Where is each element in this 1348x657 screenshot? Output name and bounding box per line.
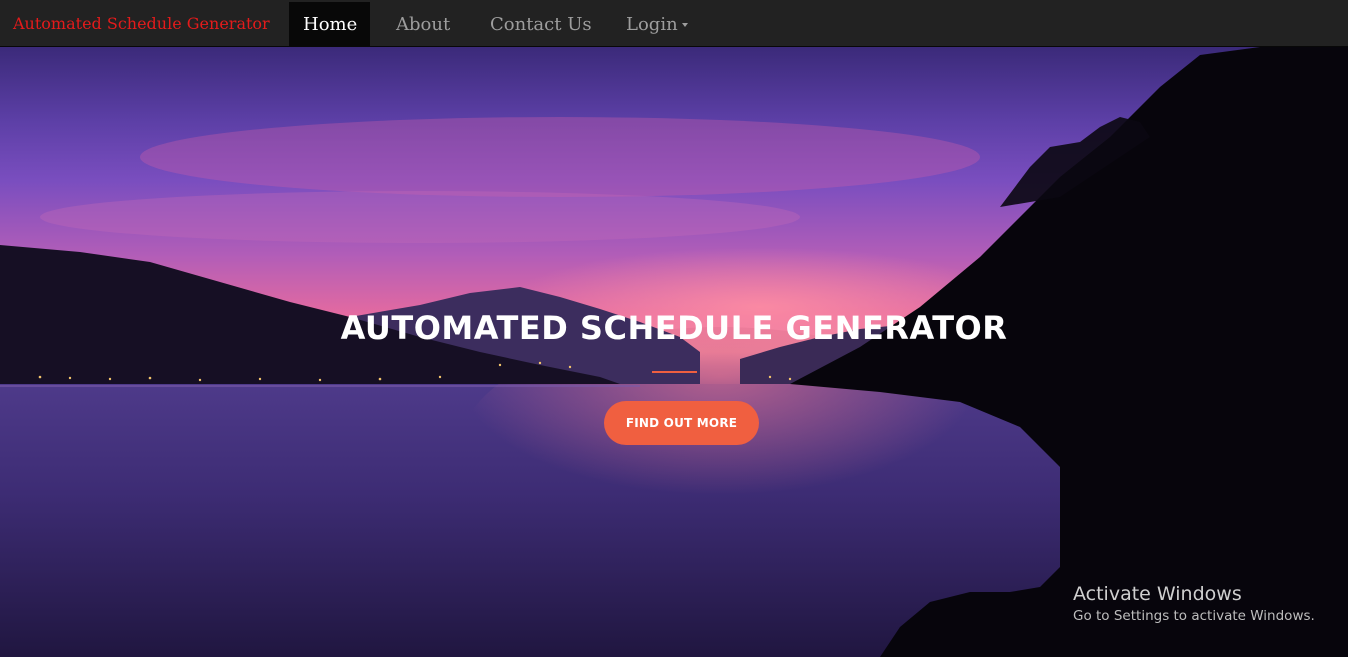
caret-down-icon — [681, 23, 688, 27]
nav-login-dropdown[interactable]: Login — [612, 2, 702, 47]
nav-login-label: Login — [626, 14, 678, 35]
hero-section: AUTOMATED SCHEDULE GENERATOR FIND OUT MO… — [0, 47, 1348, 657]
brand-link[interactable]: Automated Schedule Generator — [13, 0, 270, 47]
nav-about[interactable]: About — [382, 2, 464, 47]
hero-title: AUTOMATED SCHEDULE GENERATOR — [340, 309, 1008, 347]
find-out-more-button[interactable]: FIND OUT MORE — [604, 401, 759, 445]
nav-home[interactable]: Home — [289, 2, 370, 47]
title-divider — [652, 371, 697, 373]
nav-about-label: About — [396, 14, 451, 35]
nav-contact-us[interactable]: Contact Us — [476, 2, 606, 47]
watermark-title: Activate Windows — [1073, 583, 1242, 605]
navbar: Automated Schedule Generator Home About … — [0, 0, 1348, 47]
watermark-subtitle: Go to Settings to activate Windows. — [1073, 608, 1315, 624]
nav-contact-us-label: Contact Us — [490, 14, 592, 35]
activate-windows-watermark: Activate Windows Go to Settings to activ… — [1073, 582, 1315, 626]
hero-background-image — [0, 47, 1348, 657]
nav-home-label: Home — [303, 14, 358, 35]
